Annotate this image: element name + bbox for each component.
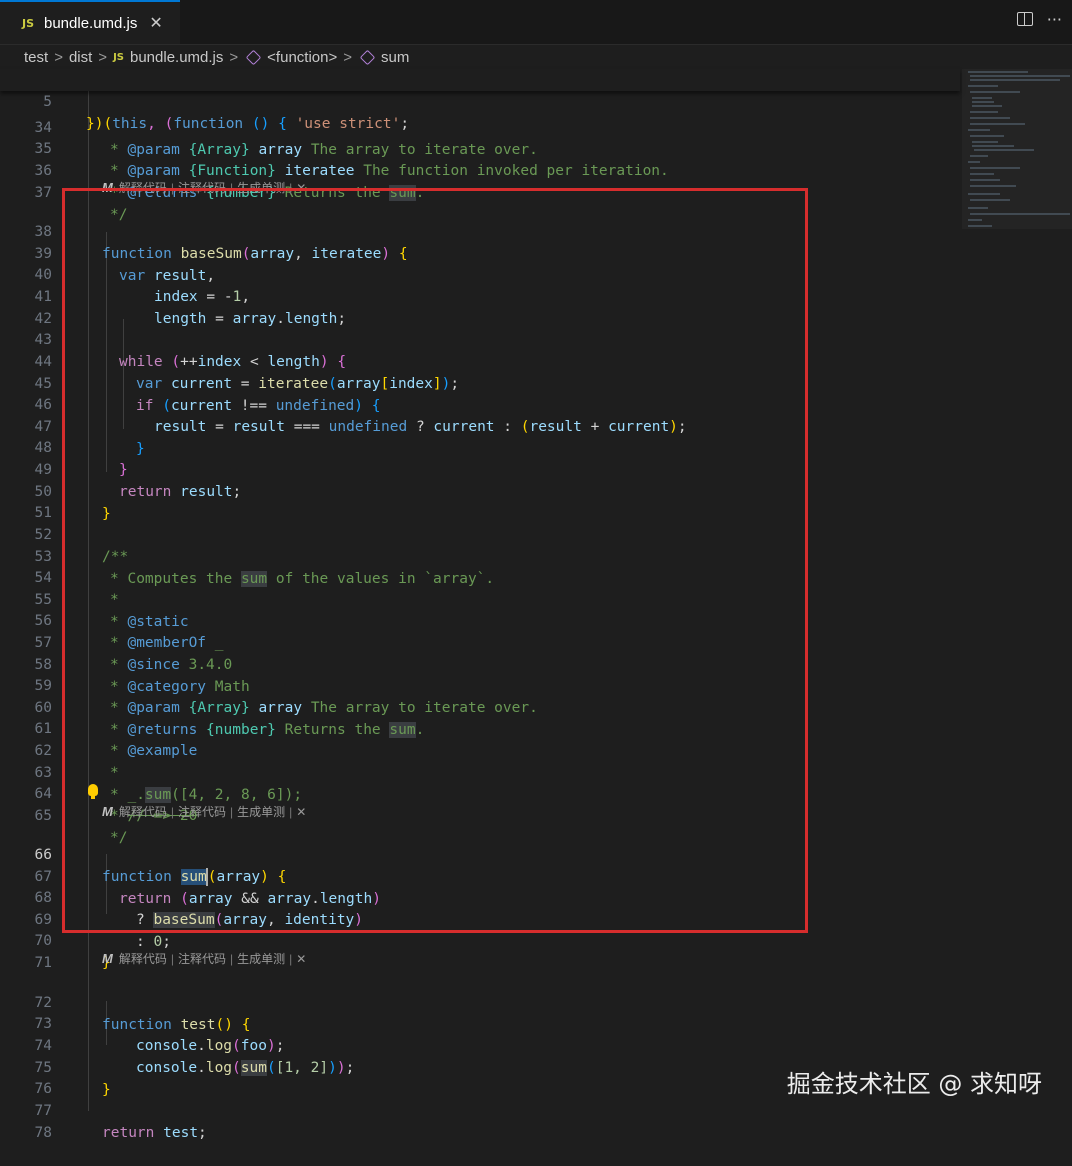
code-row: 58 * @category Math <box>0 632 960 695</box>
code-row: 47 } <box>0 394 960 457</box>
code-row: 68 ? baseSum(array, identity) <box>0 865 960 928</box>
code-lens: M 解释代码 | 注释代码 | 生成单测 | ✕ <box>102 949 306 969</box>
ai-assistant-icon: M <box>102 804 113 819</box>
comment-code-link[interactable]: 注释代码 <box>178 949 226 969</box>
code-row: 56 * @memberOf _ <box>0 588 960 651</box>
line-number: 5 <box>43 94 52 110</box>
ai-assistant-icon: M <box>102 951 113 966</box>
split-editor-icon[interactable] <box>1016 12 1033 26</box>
code-row: 46 result = result === undefined ? curre… <box>0 372 960 435</box>
editor-actions: ··· <box>1016 10 1062 29</box>
code-row: 67 return (array && array.length) <box>0 844 960 907</box>
code-row: 53 * Computes the sum of the values in `… <box>0 524 960 587</box>
code-row: 51 <box>0 480 960 521</box>
js-file-icon: JS <box>113 51 124 63</box>
code-row: 72 function test() { <box>0 970 960 1033</box>
code-row: 42 <box>0 286 960 327</box>
sticky-scroll-line[interactable]: 5 })(this, (function () { 'use strict'; <box>0 69 960 132</box>
code-row: 60 * @returns {number} Returns the sum. <box>0 675 960 738</box>
generate-test-link[interactable]: 生成单测 <box>237 802 285 822</box>
code-row: 49 return result; <box>0 437 960 500</box>
chevron-right-icon: > <box>54 48 63 66</box>
code-lens: M 解释代码 | 注释代码 | 生成单测 | ✕ <box>102 802 306 822</box>
chevron-right-icon: > <box>98 48 108 66</box>
breadcrumb-item-test[interactable]: test <box>24 49 48 66</box>
breadcrumb-item-file[interactable]: bundle.umd.js <box>130 49 223 66</box>
code-row: 36 * @returns {number} Returns the sum. <box>0 138 960 201</box>
close-lens-icon[interactable]: ✕ <box>296 178 306 198</box>
code-row: 57 * @since 3.4.0 <box>0 610 960 673</box>
comment-code-link[interactable]: 注释代码 <box>178 178 226 198</box>
js-file-icon: JS <box>22 16 35 30</box>
code-row: 61 * @example <box>0 696 960 759</box>
code-row: 64 * // => 20 <box>0 761 960 824</box>
code-row: 78 <box>0 1100 960 1141</box>
code-row: 38 function baseSum(array, iteratee) { <box>0 199 960 262</box>
code-row: 59 * @param {Array} array The array to i… <box>0 653 960 716</box>
generate-test-link[interactable]: 生成单测 <box>237 178 285 198</box>
code-row: 69 : 0; <box>0 887 960 950</box>
code-row: 54 * <box>0 545 960 608</box>
code-line: })(this, (function () { 'use strict'; <box>86 116 410 132</box>
code-row: 39 var result, <box>0 221 960 284</box>
explain-code-link[interactable]: 解释代码 <box>119 802 167 822</box>
code-row: 55 * @static <box>0 567 960 630</box>
breadcrumb: test > dist > JS bundle.umd.js > <functi… <box>0 45 1072 69</box>
symbol-method-icon <box>359 49 376 65</box>
code-row: 48 } <box>0 415 960 478</box>
close-lens-icon[interactable]: ✕ <box>296 802 306 822</box>
explain-code-link[interactable]: 解释代码 <box>119 949 167 969</box>
breadcrumb-item-dist[interactable]: dist <box>69 49 92 66</box>
tab-close-icon[interactable]: ✕ <box>149 13 162 33</box>
breadcrumb-item-sum[interactable]: sum <box>381 49 409 66</box>
code-row: 43 while (++index < length) { <box>0 307 960 370</box>
tab-bar: JS bundle.umd.js ✕ ··· <box>0 0 1072 45</box>
code-row: 44 var current = iteratee(array[index]); <box>0 329 960 392</box>
code-row: 50 } <box>0 459 960 522</box>
code-row: 41 length = array.length; <box>0 264 960 327</box>
code-row: 75 } <box>0 1035 960 1098</box>
symbol-function-icon <box>245 49 262 65</box>
code-row: 45 if (current !== undefined) { <box>0 351 960 414</box>
code-row: 63 * _.sum([4, 2, 8, 6]); <box>0 740 960 803</box>
lightbulb-icon[interactable] <box>88 784 98 799</box>
code-row-active: 66 function sum(array) { <box>0 822 960 886</box>
tab-bundle-umd[interactable]: JS bundle.umd.js ✕ <box>0 0 180 44</box>
close-lens-icon[interactable]: ✕ <box>296 949 306 969</box>
chevron-right-icon: > <box>343 48 352 66</box>
code-row: 62 * <box>0 718 960 781</box>
breadcrumb-item-function[interactable]: <function> <box>267 49 337 66</box>
code-lens: M 解释代码 | 注释代码 | 生成单测 | ✕ <box>102 178 306 198</box>
explain-code-link[interactable]: 解释代码 <box>119 178 167 198</box>
comment-code-link[interactable]: 注释代码 <box>178 802 226 822</box>
ai-assistant-icon: M <box>102 180 113 195</box>
generate-test-link[interactable]: 生成单测 <box>237 949 285 969</box>
chevron-right-icon: > <box>229 48 239 66</box>
code-row: 74 console.log(sum([1, 2])); <box>0 1013 960 1076</box>
minimap[interactable] <box>962 69 1072 249</box>
code-row: 52 /** <box>0 502 960 565</box>
more-actions-icon[interactable]: ··· <box>1047 10 1062 29</box>
tab-title: bundle.umd.js <box>44 14 138 32</box>
code-row: 73 console.log(foo); <box>0 991 960 1054</box>
code-row: 70 } <box>0 908 960 971</box>
code-editor[interactable]: 5 })(this, (function () { 'use strict'; … <box>0 69 960 1141</box>
line-number: 78 <box>34 1125 52 1141</box>
code-line: return test; <box>102 1125 207 1141</box>
watermark-text: 掘金技术社区 @ 求知呀 <box>786 1070 1042 1098</box>
code-row: 40 index = -1, <box>0 242 960 305</box>
